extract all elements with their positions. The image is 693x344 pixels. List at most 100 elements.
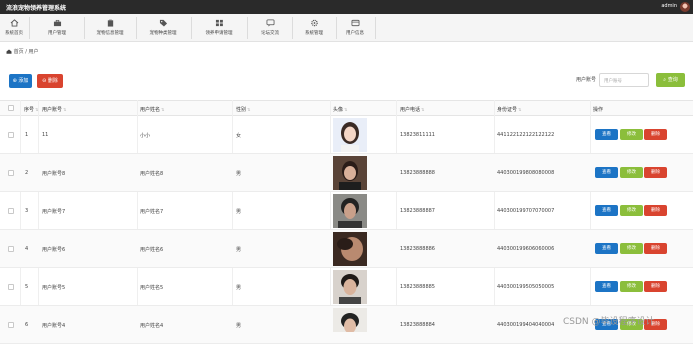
edit-button[interactable]: 修改 [620,205,643,216]
nav-item-label: 用户信息 [346,31,364,36]
cell-gender: 女 [236,133,242,139]
nav-item-pet-info[interactable]: 宠物信息管理 [87,14,133,42]
view-button[interactable]: 查看 [595,205,618,216]
view-button[interactable]: 查看 [595,167,618,178]
column-header-avatar[interactable]: 头像⇅ [333,106,347,113]
table-row[interactable]: 4 用户账号6 用户姓名6 男 13823888886 440300199606… [0,230,693,268]
column-header-account[interactable]: 用户账号⇅ [42,106,66,113]
row-checkbox[interactable] [8,208,14,214]
cell-name: 用户姓名5 [140,285,164,291]
nav-item-forum[interactable]: 论坛交流 [251,14,289,42]
column-header-phone[interactable]: 用户电话⇅ [400,106,424,113]
cell-id-card: 440300199404040004 [497,322,555,328]
delete-row-button[interactable]: 删除 [644,281,667,292]
nav-item-pet-category[interactable]: 宠物种类管理 [140,14,186,42]
add-button[interactable]: ⊕ 添加 [9,74,32,88]
briefcase-icon [53,19,61,27]
delete-row-button[interactable]: 删除 [644,243,667,254]
cell-id-card: 440300199606060006 [497,246,555,252]
nav-item-user-info[interactable]: 用户信息 [339,14,371,42]
edit-button[interactable]: 修改 [620,281,643,292]
delete-row-button[interactable]: 删除 [644,129,667,140]
nav-item-system[interactable]: 系统管理 [296,14,332,42]
cell-phone: 13823888884 [400,322,435,328]
add-button-label: 添加 [18,78,29,84]
breadcrumb-home[interactable]: 首页 [14,49,24,55]
table-row[interactable]: 3 用户账号7 用户姓名7 男 13823888887 440300199707… [0,192,693,230]
search-input[interactable]: 用户账号 [599,73,649,87]
cell-gender: 男 [236,171,242,177]
user-avatar[interactable] [680,2,690,12]
row-checkbox[interactable] [8,284,14,290]
cell-gender: 男 [236,323,242,329]
edit-button[interactable]: 修改 [620,129,643,140]
view-button[interactable]: 查看 [595,129,618,140]
row-checkbox[interactable] [8,170,14,176]
table-row[interactable]: 1 11 小小 女 13823811111 441122122122122122… [0,116,693,154]
cell-name: 用户姓名6 [140,247,164,253]
cell-phone: 13823888885 [400,284,435,290]
cell-account: 用户账号7 [42,209,66,215]
cell-no: 6 [25,322,29,328]
nav-item-label: 宠物信息管理 [96,31,124,36]
cell-gender: 男 [236,247,242,253]
minus-icon: ⊖ [42,78,47,84]
cell-no: 3 [25,208,29,214]
nav-item-label: 系统管理 [305,31,323,36]
row-checkbox[interactable] [8,132,14,138]
row-checkbox[interactable] [8,246,14,252]
nav-item-user-management[interactable]: 用户管理 [32,14,82,42]
cell-account: 用户账号5 [42,285,66,291]
cell-id-card: 440300199707070007 [497,208,555,214]
delete-row-button[interactable]: 删除 [644,205,667,216]
select-all-checkbox[interactable] [8,105,14,111]
cell-no: 4 [25,246,29,252]
row-checkbox[interactable] [8,322,14,328]
cell-no: 2 [25,170,29,176]
nav-item-label: 系统首页 [5,31,23,36]
nav-item-label: 论坛交流 [261,31,279,36]
edit-button[interactable]: 修改 [620,243,643,254]
grid-icon [215,19,223,27]
nav-divider [292,17,293,39]
cell-phone: 13823888886 [400,246,435,252]
view-button[interactable]: 查看 [595,243,618,254]
column-header-id-card[interactable]: 身份证号⇅ [497,106,521,113]
top-bar: 流浪宠物领养管理系统 admin [0,0,693,14]
gear-icon [310,19,318,27]
cell-account: 用户账号4 [42,323,66,329]
clipboard-icon [107,19,113,27]
breadcrumb-current: 用户 [28,49,39,55]
search-button-label: 查询 [667,77,678,83]
current-user[interactable]: admin [661,3,677,9]
avatar [333,156,367,190]
nav-divider [375,17,376,39]
column-header-no[interactable]: 序号⇅ [24,106,38,113]
delete-button[interactable]: ⊖ 删除 [37,74,63,88]
cell-account: 用户账号8 [42,171,66,177]
home-icon [10,19,18,27]
nav-divider [191,17,192,39]
table-row[interactable]: 2 用户账号8 用户姓名8 男 13823888888 440300199808… [0,154,693,192]
cell-name: 小小 [140,133,151,139]
home-icon [6,49,12,54]
cell-name: 用户姓名8 [140,171,164,177]
nav-item-adoption[interactable]: 领养申请管理 [196,14,242,42]
id-card-icon [351,19,359,27]
edit-button[interactable]: 修改 [620,167,643,178]
column-header-name[interactable]: 用户姓名⇅ [140,106,164,113]
nav-divider [136,17,137,39]
delete-row-button[interactable]: 删除 [644,167,667,178]
cell-id-card: 441122122122122122 [497,132,555,138]
search-button[interactable]: ⌕ 查询 [656,73,685,87]
breadcrumb-separator: / [25,49,27,55]
chat-icon [266,19,274,27]
column-header-gender[interactable]: 性别⇅ [236,106,250,113]
avatar [333,194,367,228]
cell-name: 用户姓名4 [140,323,164,329]
table-row[interactable]: 5 用户账号5 用户姓名5 男 13823888885 440300199505… [0,268,693,306]
nav-item-label: 宠物种类管理 [149,31,177,36]
main-nav: 系统首页 用户管理 宠物信息管理 宠物种类管理 领养申请管理 论坛交流 系统管理… [0,14,693,42]
view-button[interactable]: 查看 [595,281,618,292]
nav-item-home[interactable]: 系统首页 [0,14,28,42]
